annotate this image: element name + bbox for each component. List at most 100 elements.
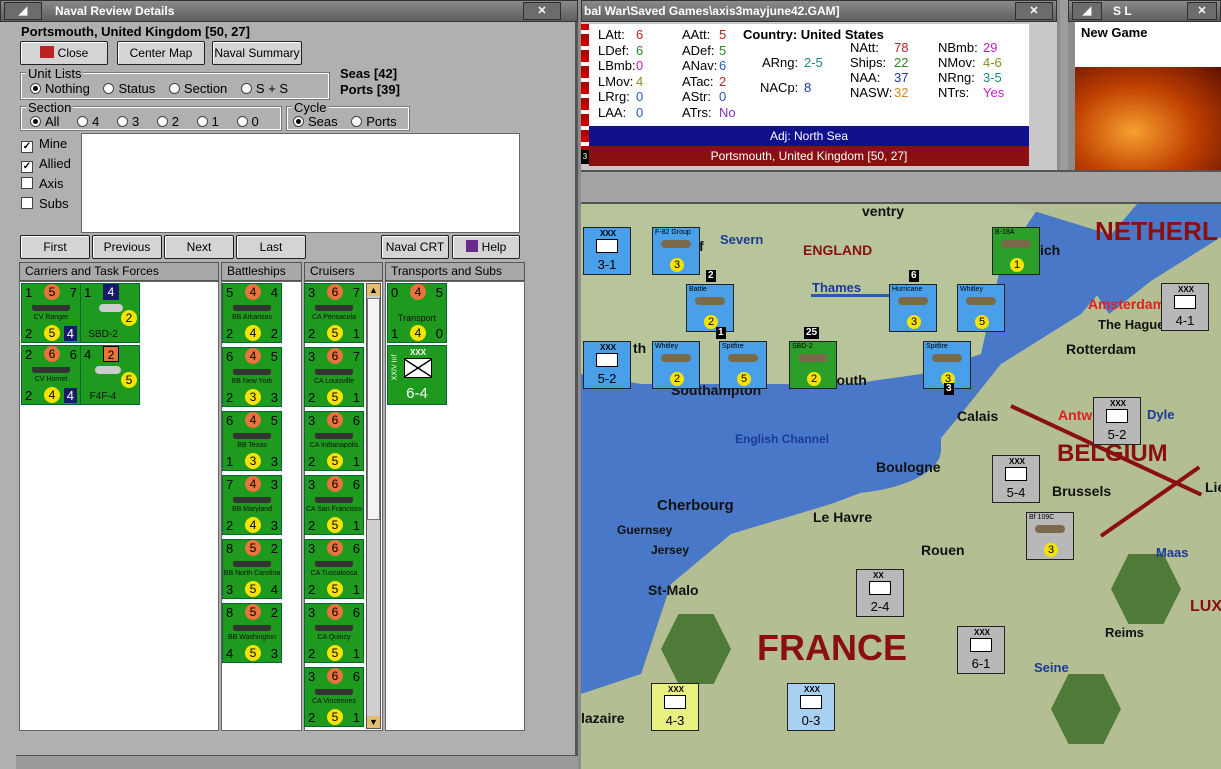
map-unit-counter[interactable]: XXX 6-1 bbox=[957, 626, 1005, 674]
map-unit-counter[interactable]: XXX 4-3 bbox=[651, 683, 699, 731]
ship-counter[interactable]: 8 5 2 BB North Carolina 3 5 4 bbox=[222, 539, 282, 599]
radio-section-0[interactable]: 0 bbox=[236, 114, 259, 129]
map-unit-counter[interactable]: XXX 0-3 bbox=[787, 683, 835, 731]
ship-counter[interactable]: 3 6 7 CA Pensacola 2 5 1 bbox=[304, 283, 364, 343]
ship-counter[interactable]: 5 4 4 BB Arkansas 2 4 2 bbox=[222, 283, 282, 343]
location-heading: Portsmouth, United Kingdom [50, 27] bbox=[21, 24, 250, 39]
range-value: 4 bbox=[245, 517, 261, 533]
asw-value: 1 bbox=[352, 518, 360, 533]
radio-section-1[interactable]: 1 bbox=[196, 114, 219, 129]
next-button[interactable]: Next bbox=[164, 235, 234, 259]
aa-value: 2 bbox=[308, 518, 316, 533]
radio-status[interactable]: Status bbox=[103, 81, 155, 96]
ship-counter[interactable]: 6 4 5 BB Texas 1 3 3 bbox=[222, 411, 282, 471]
range-value: 5 bbox=[327, 389, 343, 405]
air-counter[interactable]: 14 SBD-2 2 bbox=[80, 283, 140, 343]
radio-nothing[interactable]: Nothing bbox=[30, 81, 90, 96]
close-button[interactable]: Close bbox=[20, 41, 108, 65]
map-unit-counter[interactable]: XXX 5-2 bbox=[1093, 397, 1141, 445]
map-unit-counter[interactable]: Whitley 5 bbox=[957, 284, 1005, 332]
ship-name: CA Indianapolis bbox=[309, 442, 359, 449]
window-close-button[interactable]: ✕ bbox=[523, 2, 561, 20]
game-close-button[interactable]: ✕ bbox=[1015, 2, 1053, 20]
naval-review-titlebar[interactable]: ◢ Naval Review Details ✕ bbox=[0, 0, 578, 22]
ship-counter[interactable]: 3 6 6 CA San Francisco 2 5 1 bbox=[304, 475, 364, 535]
aa-value: 2 bbox=[226, 518, 234, 533]
stat-label: LDef: bbox=[598, 42, 630, 58]
ship-name: BB Arkansas bbox=[231, 314, 273, 321]
map-unit-counter[interactable]: XXX 4-1 bbox=[1161, 283, 1209, 331]
filter-allied[interactable]: ✓ Allied bbox=[18, 153, 80, 173]
map-unit-counter[interactable]: XXX 3-1 bbox=[583, 227, 631, 275]
map-label-calais: Calais bbox=[957, 408, 999, 424]
naval-summary-button[interactable]: Naval Summary bbox=[212, 41, 302, 65]
unit-strength: 2 bbox=[670, 372, 684, 386]
stat-value: 6 bbox=[636, 42, 644, 58]
radio-section[interactable]: Section bbox=[168, 81, 227, 96]
land-unit-counter[interactable]: XXX XXIV Inf 6-4 bbox=[387, 345, 447, 405]
location-badge: 3 bbox=[581, 150, 589, 164]
filter-subs[interactable]: Subs bbox=[18, 193, 80, 213]
transport-counter[interactable]: 045 Transport 140 bbox=[387, 283, 447, 343]
center-map-button[interactable]: Center Map bbox=[117, 41, 205, 65]
radio-s-plus-s[interactable]: S + S bbox=[240, 81, 288, 96]
new-game-item[interactable]: New Game bbox=[1081, 25, 1147, 40]
ship-counter[interactable]: 3 6 6 CA Quincy 2 5 1 bbox=[304, 603, 364, 663]
unit-strength: 4-1 bbox=[1175, 313, 1195, 328]
ship-counter[interactable]: 7 4 3 BB Maryland 2 4 3 bbox=[222, 475, 282, 535]
air-counter[interactable]: 42 F4F-4 5 bbox=[80, 345, 140, 405]
range-value: 5 bbox=[245, 645, 261, 661]
map-unit-counter[interactable]: Whitley 2 bbox=[652, 341, 700, 389]
map-unit-counter[interactable]: Battle 2 bbox=[686, 284, 734, 332]
scroll-thumb[interactable] bbox=[367, 298, 380, 520]
radio-section-3[interactable]: 3 bbox=[116, 114, 139, 129]
asw-value: 3 bbox=[270, 454, 278, 469]
ship-counter[interactable]: 3 6 7 CA Louisville 2 5 1 bbox=[304, 347, 364, 407]
attack-value: 3 bbox=[308, 477, 316, 492]
map-unit-counter[interactable]: XXX 5-2 bbox=[583, 341, 631, 389]
previous-button[interactable]: Previous bbox=[92, 235, 162, 259]
ship-counter[interactable]: 3 6 6 CA Indianapolis 2 5 1 bbox=[304, 411, 364, 471]
details-textbox[interactable] bbox=[81, 133, 520, 233]
stat-value: 0 bbox=[719, 89, 727, 104]
radio-cycle-ports[interactable]: Ports bbox=[351, 114, 397, 129]
filter-mine[interactable]: ✓ Mine bbox=[18, 133, 80, 153]
map-unit-counter[interactable]: SBD-2 2 bbox=[789, 341, 837, 389]
map-unit-counter[interactable]: F-82 Group 3 bbox=[652, 227, 700, 275]
scroll-down-icon[interactable]: ▼ bbox=[367, 716, 380, 728]
map-unit-counter[interactable]: Spitfire 3 bbox=[923, 341, 971, 389]
map-label-th: th bbox=[633, 340, 647, 356]
last-button[interactable]: Last bbox=[236, 235, 306, 259]
ship-counter[interactable]: 6 4 5 BB New York 2 3 3 bbox=[222, 347, 282, 407]
radio-section-4[interactable]: 4 bbox=[77, 114, 99, 129]
stat-value: 3-5 bbox=[983, 70, 1002, 85]
help-button[interactable]: Help bbox=[452, 235, 520, 259]
map-unit-counter[interactable]: XX 2-4 bbox=[856, 569, 904, 617]
map-unit-counter[interactable]: XXX 5-4 bbox=[992, 455, 1040, 503]
radio-section-2[interactable]: 2 bbox=[156, 114, 179, 129]
map-unit-counter[interactable]: Hurricane 3 bbox=[889, 284, 937, 332]
ship-counter[interactable]: 3 6 6 CA Tuscaloosa 2 5 1 bbox=[304, 539, 364, 599]
scroll-up-icon[interactable]: ▲ bbox=[367, 284, 380, 296]
first-button[interactable]: First bbox=[20, 235, 90, 259]
map-unit-counter[interactable]: Spitfire 5 bbox=[719, 341, 767, 389]
naval-crt-button[interactable]: Naval CRT bbox=[381, 235, 449, 259]
window-menu-button[interactable]: ◢ bbox=[4, 2, 42, 20]
map-unit-counter[interactable]: Bf 109C 3 bbox=[1026, 512, 1074, 560]
unit-size: XXX bbox=[1178, 285, 1195, 294]
stat-label: LRrg: bbox=[598, 89, 630, 104]
map-label-severn: Severn bbox=[720, 232, 764, 247]
map-unit-counter[interactable]: B-18A 1 bbox=[992, 227, 1040, 275]
ship-counter[interactable]: 8 5 2 BB Washington 4 5 3 bbox=[222, 603, 282, 663]
unit-name: Battle bbox=[689, 286, 707, 293]
sl-titlebar[interactable]: ◢ S L ✕ bbox=[1068, 0, 1221, 22]
unit-type-icon bbox=[869, 581, 891, 595]
filter-axis[interactable]: Axis bbox=[18, 173, 80, 193]
sl-close-button[interactable]: ✕ bbox=[1187, 2, 1217, 20]
game-titlebar[interactable]: bal War\Saved Games\axis3mayjune42.GAM] … bbox=[581, 0, 1057, 22]
attack-value: 3 bbox=[308, 669, 316, 684]
radio-section-all[interactable]: All bbox=[30, 114, 59, 129]
sl-menu-button[interactable]: ◢ bbox=[1072, 2, 1102, 20]
radio-cycle-seas[interactable]: Seas bbox=[293, 114, 338, 129]
ship-counter[interactable]: 3 6 6 CA Vincennes 2 5 1 bbox=[304, 667, 364, 727]
